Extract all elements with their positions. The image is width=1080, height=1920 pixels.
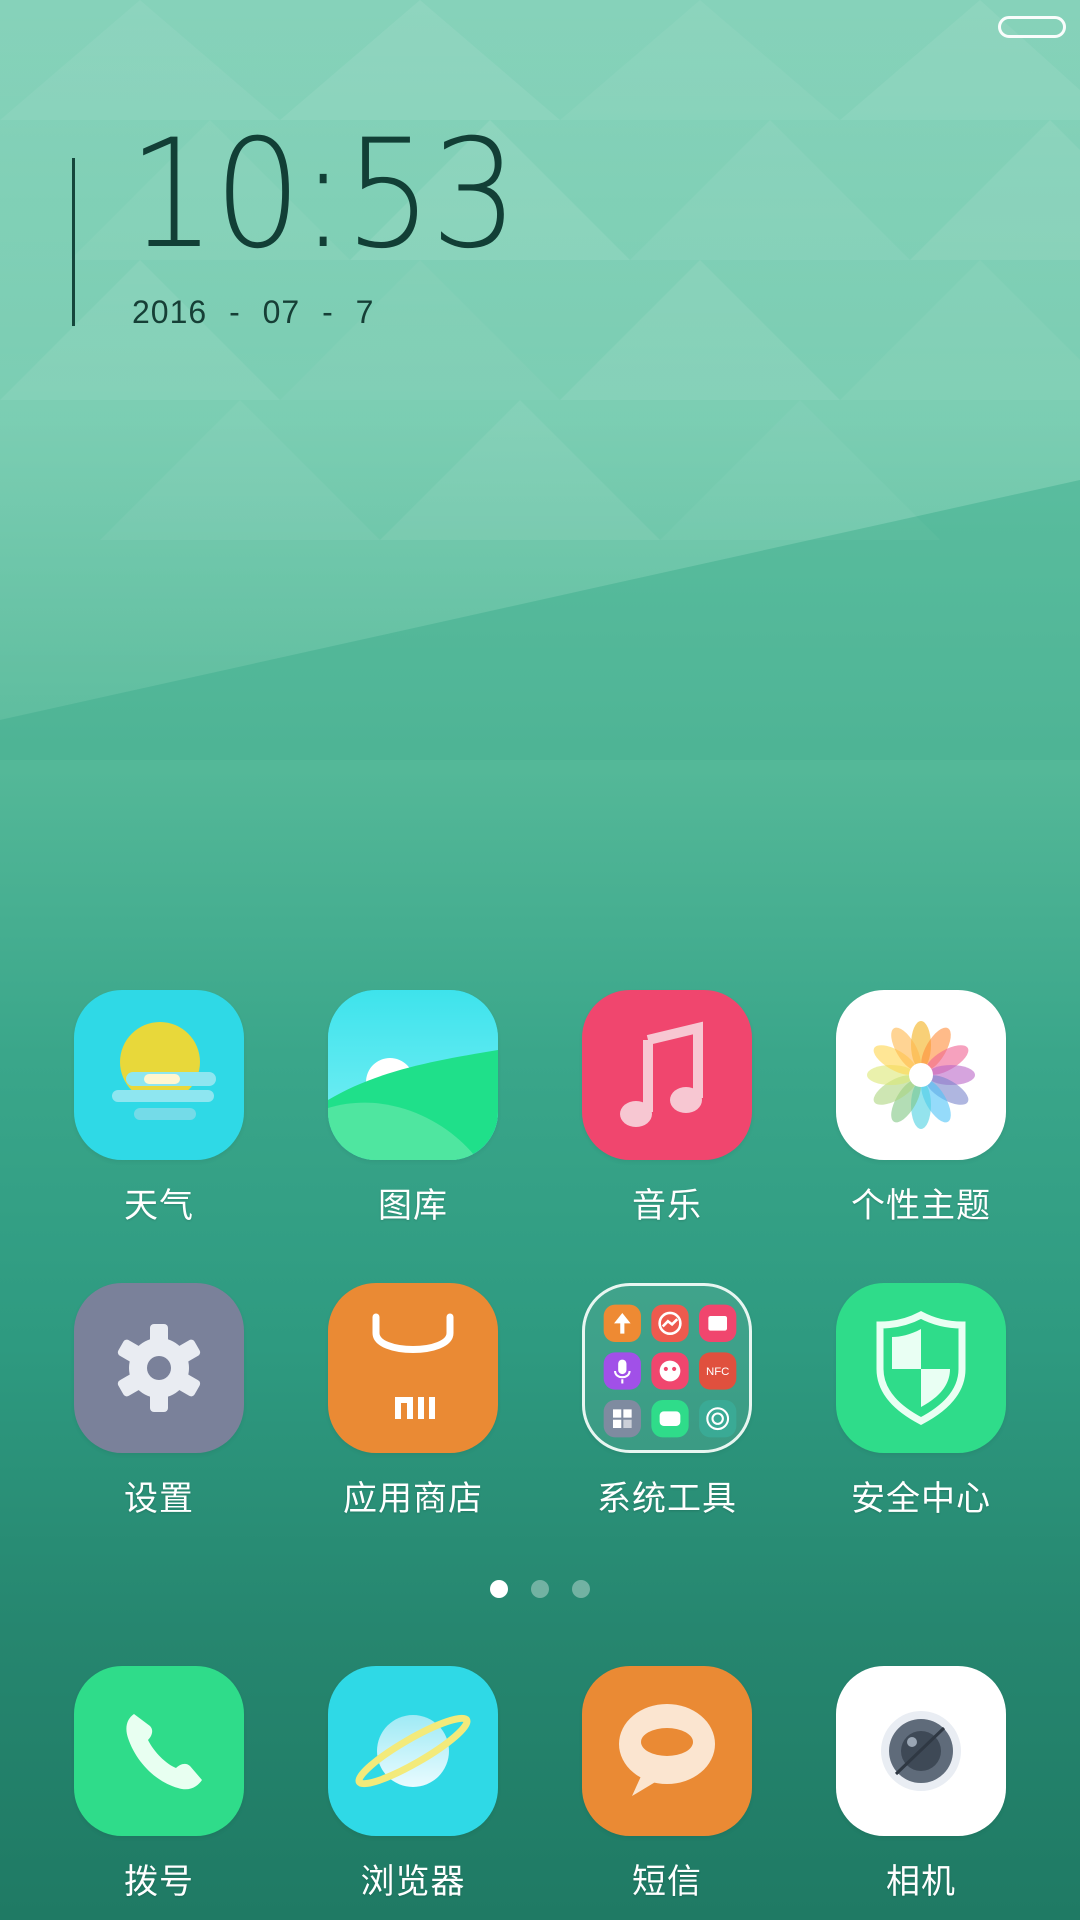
dock-dialer[interactable]: 拨号 [59, 1666, 259, 1903]
system-tools-folder-icon: NFC [582, 1283, 752, 1453]
page-dot-3[interactable] [572, 1580, 590, 1598]
weather-icon [74, 990, 244, 1160]
app-label: 拨号 [124, 1862, 194, 1902]
page-dot-2[interactable] [531, 1580, 549, 1598]
app-label: 系统工具 [597, 1479, 737, 1519]
clock-divider [72, 158, 75, 326]
app-store[interactable]: 应用商店 [313, 1283, 513, 1520]
app-label: 应用商店 [343, 1479, 483, 1519]
app-label: 音乐 [632, 1186, 702, 1226]
page-dot-1[interactable] [490, 1580, 508, 1598]
folder-system-tools[interactable]: NFC 系统工具 [567, 1283, 767, 1520]
sms-icon [582, 1666, 752, 1836]
security-center-icon [836, 1283, 1006, 1453]
app-label: 设置 [124, 1479, 194, 1519]
app-label: 短信 [632, 1862, 702, 1902]
gallery-icon [328, 990, 498, 1160]
dock-browser[interactable]: 浏览器 [313, 1666, 513, 1903]
dock-sms[interactable]: 短信 [567, 1666, 767, 1903]
page-indicator[interactable] [0, 1580, 1080, 1600]
app-gallery[interactable]: 图库 [313, 990, 513, 1227]
app-weather[interactable]: 天气 [59, 990, 259, 1227]
clock-date: 2016 - 07 - 7 [132, 294, 375, 330]
app-settings[interactable]: 设置 [59, 1283, 259, 1520]
app-store-icon [328, 1283, 498, 1453]
phone-icon [74, 1666, 244, 1836]
app-label: 安全中心 [851, 1479, 991, 1519]
camera-icon [836, 1666, 1006, 1836]
app-label: 浏览器 [360, 1862, 466, 1902]
app-label: 个性主题 [851, 1186, 991, 1226]
clock-time[interactable]: 10:53 [128, 120, 518, 270]
app-label: 图库 [378, 1186, 448, 1226]
theme-icon [836, 990, 1006, 1160]
app-label: 天气 [124, 1186, 194, 1226]
battery-indicator [998, 16, 1066, 38]
nfc-text: NFC [706, 1366, 729, 1378]
app-theme[interactable]: 个性主题 [821, 990, 1021, 1227]
app-label: 相机 [886, 1862, 956, 1902]
music-icon [582, 990, 752, 1160]
app-music[interactable]: 音乐 [567, 990, 767, 1227]
settings-icon [74, 1283, 244, 1453]
dock-camera[interactable]: 相机 [821, 1666, 1021, 1903]
browser-icon [328, 1666, 498, 1836]
app-security[interactable]: 安全中心 [821, 1283, 1021, 1520]
